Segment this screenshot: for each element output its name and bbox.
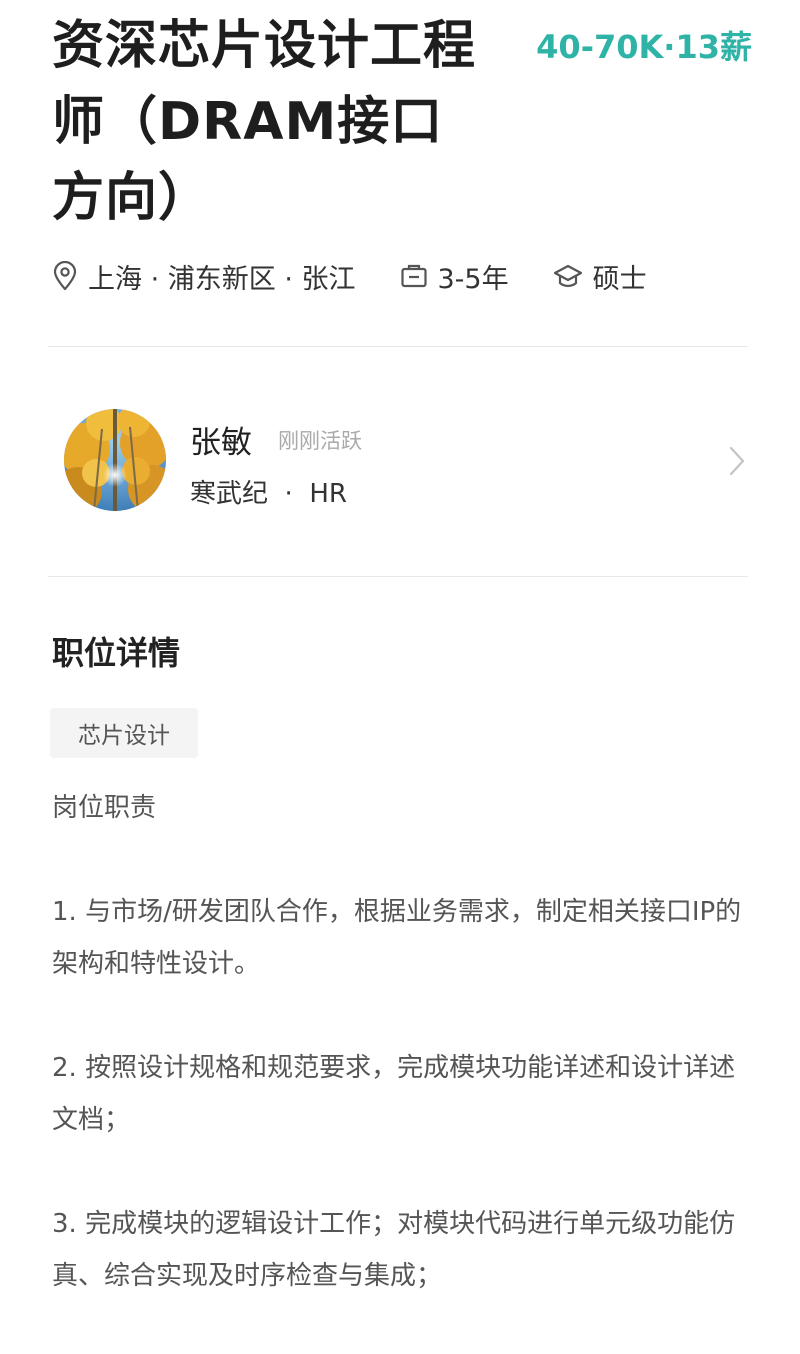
divider xyxy=(48,576,748,577)
education-meta: 硕士 xyxy=(553,257,647,296)
recruiter-company-role: 寒武纪 · HR xyxy=(190,479,347,509)
description-item: 1. 与市场/研发团队合作，根据业务需求，制定相关接口IP的架构和特性设计。 xyxy=(52,897,742,979)
avatar[interactable] xyxy=(64,409,166,511)
recruiter-active-status: 刚刚活跃 xyxy=(278,429,362,453)
description-heading: 岗位职责 xyxy=(52,793,157,823)
location-meta: 上海 · 浦东新区 · 张江 xyxy=(52,257,356,296)
location-text: 上海 · 浦东新区 · 张江 xyxy=(88,263,356,295)
description-item: 3. 完成模块的逻辑设计工作；对模块代码进行单元级功能仿真、综合实现及时序检查与… xyxy=(52,1209,736,1291)
job-meta-row: 上海 · 浦东新区 · 张江 3-5年 硕士 xyxy=(52,252,647,300)
job-description: 岗位职责 1. 与市场/研发团队合作，根据业务需求，制定相关接口IP的架构和特性… xyxy=(52,782,756,1354)
section-title-job-detail: 职位详情 xyxy=(52,634,181,672)
recruiter-name: 张敏 xyxy=(190,425,252,461)
location-pin-icon xyxy=(52,261,88,291)
job-detail-page: 资深芯片设计工程师（DRAM接口方向） 40-70K·13薪 上海 · 浦东新区… xyxy=(0,0,800,1291)
chevron-right-icon[interactable] xyxy=(728,445,746,481)
experience-text: 3-5年 xyxy=(437,263,509,295)
salary-range: 40-70K·13薪 xyxy=(536,28,752,66)
education-text: 硕士 xyxy=(592,263,647,295)
experience-meta: 3-5年 xyxy=(400,257,509,296)
job-category-tag: 芯片设计 xyxy=(50,708,198,758)
job-title: 资深芯片设计工程师（DRAM接口方向） xyxy=(52,16,477,228)
briefcase-icon xyxy=(400,263,438,289)
description-item: 2. 按照设计规格和规范要求，完成模块功能详述和设计详述文档； xyxy=(52,1053,736,1135)
graduation-cap-icon xyxy=(553,263,593,289)
recruiter-card[interactable]: 张敏 刚刚活跃 寒武纪 · HR xyxy=(0,347,800,576)
